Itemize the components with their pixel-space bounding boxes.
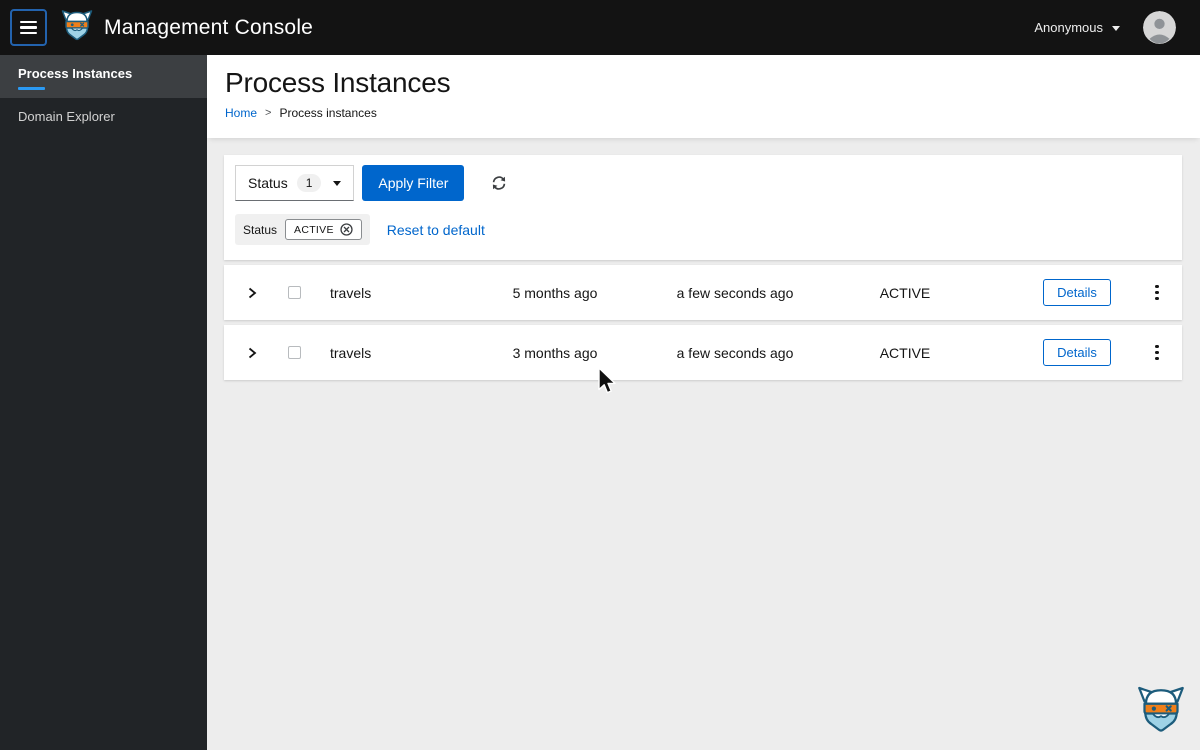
hamburger-bar [20,31,37,35]
masthead: Management Console Anonymous [0,0,1200,55]
process-state: ACTIVE [879,344,931,361]
active-filter-chip: ACTIVE [285,219,362,240]
chip-group-label: Status [243,222,278,237]
times-circle-icon [340,223,353,236]
app-title: Management Console [104,15,314,39]
sidebar-item-label: Domain Explorer [18,109,115,124]
kebab-dot [1155,284,1159,289]
process-started: 3 months ago [512,344,598,361]
breadcrumb: Home > Process instances [225,106,1182,120]
chip-label: ACTIVE [294,223,334,236]
filter-toolbar: Status 1 Apply Filter [235,165,1171,201]
applied-filters-row: Status ACTIVE Reset to default [235,214,1171,245]
avatar[interactable] [1143,11,1176,44]
sync-icon [493,176,506,190]
reset-to-default-link[interactable]: Reset to default [387,222,485,238]
user-menu-label[interactable]: Anonymous [1034,20,1103,35]
filter-count-badge: 1 [296,174,322,192]
row-checkbox[interactable] [288,286,301,299]
kebab-menu-button[interactable] [1149,339,1164,366]
page-title: Process Instances [225,67,451,98]
process-started: 5 months ago [512,284,598,301]
kebab-dot [1155,344,1159,349]
status-chip-group: Status ACTIVE [235,214,370,245]
process-state: ACTIVE [879,284,931,301]
expand-row-button[interactable] [242,283,262,303]
expand-row-button[interactable] [242,343,262,363]
kebab-dot [1155,356,1159,361]
masthead-user-area: Anonymous [1034,11,1176,44]
filter-toolbar-card: Status 1 Apply Filter Status ACTIVE Rese… [224,155,1182,260]
details-button[interactable]: Details [1043,279,1111,306]
status-filter-select[interactable]: Status 1 [235,165,355,201]
breadcrumb-current: Process instances [279,106,377,120]
hamburger-bar [20,20,37,24]
process-name: travels [330,344,372,361]
kebab-dot [1155,350,1159,355]
active-nav-underline [18,87,45,90]
hamburger-bar [20,26,37,29]
kebab-dot [1155,290,1159,295]
process-instance-row: travels 3 months ago a few seconds ago A… [224,325,1182,380]
row-checkbox[interactable] [288,346,301,359]
breadcrumb-home-link[interactable]: Home [225,106,257,120]
process-last-update: a few seconds ago [676,344,794,361]
sidebar-item-domain-explorer[interactable]: Domain Explorer [0,98,207,135]
chevron-right-icon [248,347,257,358]
main-content: Process Instances Home > Process instanc… [207,55,1200,750]
chevron-right-icon [248,287,257,298]
page-header: Process Instances Home > Process instanc… [207,55,1200,138]
viking-watermark-icon [1137,685,1185,738]
breadcrumb-separator: > [265,107,272,119]
content-area: Status 1 Apply Filter Status ACTIVE Rese… [207,138,1200,380]
remove-chip-button[interactable] [340,223,353,236]
process-last-update: a few seconds ago [676,284,794,301]
process-instance-row: travels 5 months ago a few seconds ago A… [224,265,1182,320]
sidebar-item-label: Process Instances [18,66,133,81]
kebab-dot [1155,296,1159,301]
chevron-down-icon[interactable] [1112,26,1120,31]
status-select-label: Status [248,175,288,191]
kebab-menu-button[interactable] [1149,279,1164,306]
refresh-button[interactable] [491,175,507,191]
sidebar-item-process-instances[interactable]: Process Instances [0,55,207,98]
details-button[interactable]: Details [1043,339,1111,366]
chevron-down-icon [333,180,342,186]
sidebar: Process Instances Domain Explorer [0,55,207,750]
hamburger-menu-button[interactable] [10,9,47,46]
process-name: travels [330,284,372,301]
viking-logo-icon [61,9,93,46]
apply-filter-button[interactable]: Apply Filter [362,165,465,201]
